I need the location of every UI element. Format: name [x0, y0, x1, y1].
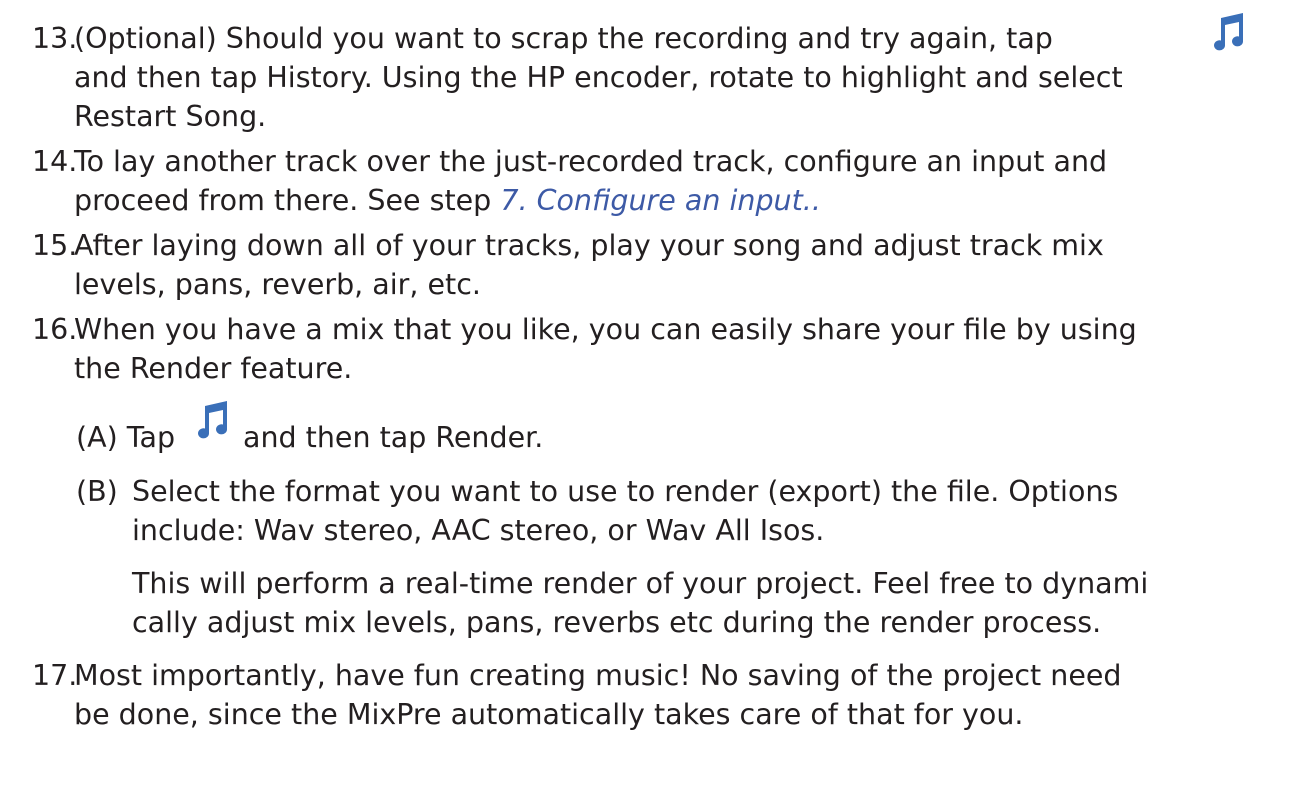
substep-label: (A): [76, 421, 118, 454]
step-text: levels, pans, reverb, air, etc.: [74, 268, 481, 301]
step-text: After laying down all of your tracks, pl…: [74, 229, 1104, 262]
music-note-icon: [196, 400, 230, 440]
step-number: 17.: [32, 659, 78, 692]
step-text: When you have a mix that you like, you c…: [74, 313, 1137, 346]
step-number: 16.: [32, 313, 78, 346]
substep-text: and then tap Render.: [243, 421, 544, 454]
substep-a-rest: and then tap Render.: [243, 418, 543, 457]
note-text: cally adjust mix levels, pans, reverbs e…: [132, 606, 1102, 639]
step-text: the Render feature.: [74, 352, 353, 385]
step-text: proceed from there. See step: [74, 184, 501, 217]
substep-text: Tap: [126, 421, 176, 454]
step-text: be done, since the MixPre automatically …: [74, 698, 1024, 731]
step-number: 13.: [32, 22, 78, 55]
step-text: Most importantly, have fun creating musi…: [74, 659, 1122, 692]
step-number: 14.: [32, 145, 78, 178]
music-note-icon: [1212, 12, 1246, 52]
step-text: (Optional) Should you want to scrap the …: [74, 22, 1053, 55]
step-text: To lay another track over the just-recor…: [74, 145, 1108, 178]
substep-text: Select the format you want to use to ren…: [132, 475, 1119, 508]
step-text: Restart Song.: [74, 100, 267, 133]
configure-input-link[interactable]: 7. Configure an input..: [500, 184, 821, 217]
step-text: and then tap History. Using the HP encod…: [74, 61, 1123, 94]
substep-label: (B): [76, 475, 118, 508]
note-text: This will perform a real-time render of …: [132, 567, 1149, 600]
step-text-line: proceed from there. See step 7. Configur…: [74, 181, 1107, 220]
substep-a: (A) Tap: [76, 418, 175, 457]
substep-text: include: Wav stereo, AAC stereo, or Wav …: [132, 514, 825, 547]
render-note: This will perform a real-time render of …: [132, 564, 1148, 642]
step-number: 15.: [32, 229, 78, 262]
manual-page: 13. (Optional) Should you want to scrap …: [0, 0, 1289, 785]
